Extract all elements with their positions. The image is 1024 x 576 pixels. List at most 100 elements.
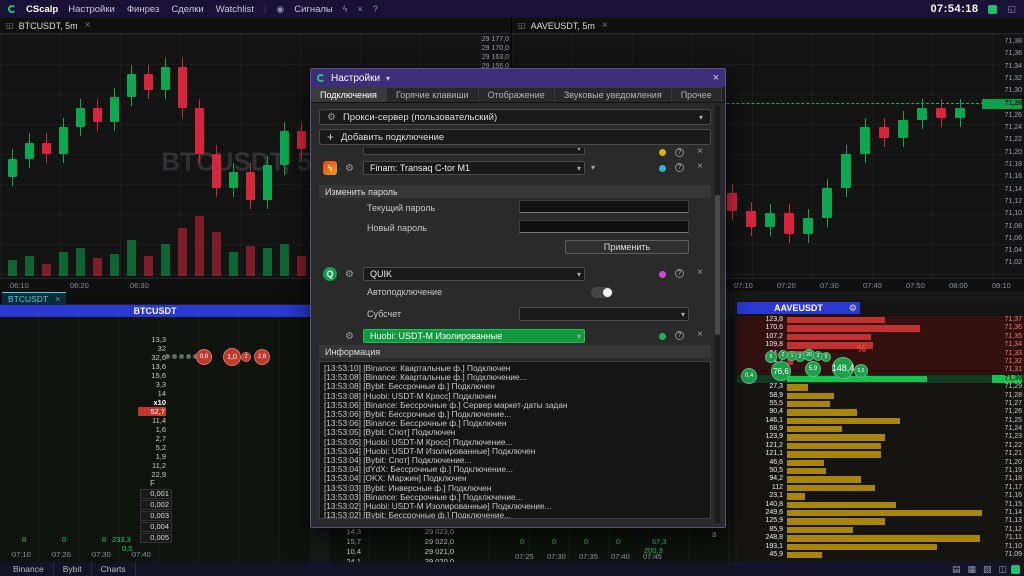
window-icon[interactable]: ◱ <box>6 21 14 30</box>
help-icon[interactable]: ? <box>675 331 684 340</box>
help-icon[interactable]: ? <box>373 4 378 14</box>
price-label: 71,10 <box>982 209 1022 219</box>
quik-connection-select[interactable]: QUIK ▾ <box>363 267 585 281</box>
expand-icon[interactable]: ▾ <box>591 163 595 172</box>
menu-Финрез[interactable]: Финрез <box>127 4 160 15</box>
close-signals-icon[interactable]: × <box>358 4 363 14</box>
section-title: Информация <box>325 347 380 357</box>
dialog-tab-3[interactable]: Отображение <box>479 87 555 102</box>
gear-icon[interactable]: ⚙ <box>345 331 354 342</box>
huobi-connection-select[interactable]: Huobi: USDT-M Изолированные ▾ <box>363 329 585 343</box>
apply-button[interactable]: Применить <box>565 240 689 254</box>
chart-tab-aaveusdt[interactable]: AAVEUSDT, 5m <box>531 21 595 31</box>
remove-connection-icon[interactable]: × <box>697 267 703 278</box>
help-icon[interactable]: ? <box>675 163 684 172</box>
app-title: CScalp <box>26 4 58 15</box>
dialog-tab-4[interactable]: Звуковые уведомления <box>555 87 672 102</box>
candle <box>25 143 34 159</box>
dialog-tab-5[interactable]: Прочее <box>672 87 722 102</box>
remove-connection-icon[interactable]: × <box>697 329 703 340</box>
trade-bubble: 0,6 <box>854 364 868 378</box>
remove-connection-icon[interactable]: × <box>697 161 703 172</box>
connection-row-finam: ϟ ⚙ Finam: Transaq C-tor M1 ▾ ▾ ? × <box>319 159 711 177</box>
candle <box>803 218 813 234</box>
time-label: 07:40 <box>863 281 882 290</box>
price-value: 29 023,0 <box>416 527 454 536</box>
connection-select[interactable]: ▾ <box>363 148 585 155</box>
chevron-down-icon[interactable]: ▾ <box>386 74 390 83</box>
dom-panel-btcusdt: BTCUSDT × BTCUSDT 13,33232,613,615,63,31… <box>0 291 310 562</box>
candle <box>161 67 170 90</box>
menu-Сделки[interactable]: Сделки <box>171 4 203 15</box>
layout-icon[interactable]: ◱ <box>1007 4 1016 15</box>
subaccount-select[interactable]: ▾ <box>519 307 689 321</box>
scrollbar-thumb[interactable] <box>715 195 720 335</box>
dialog-tab-2[interactable]: Горячие клавиши <box>387 87 479 102</box>
taskbar-icon-3[interactable]: ▧ <box>983 564 992 575</box>
new-password-input[interactable] <box>519 220 689 233</box>
help-icon[interactable]: ? <box>675 269 684 278</box>
price-label: 71,36 <box>982 49 1022 59</box>
price-label: 71,02 <box>982 258 1022 268</box>
candle <box>879 127 889 138</box>
volume-bar <box>195 216 204 276</box>
price-label-current: 71,28 <box>982 99 1022 109</box>
flash-icon[interactable]: ϟ <box>343 4 348 14</box>
taskbar-icons: ▤ ▦ ▧ ◫ <box>952 564 1011 575</box>
candle <box>746 211 756 227</box>
price-value: 29 021,0 <box>416 547 454 556</box>
trade-bubble: 0,4 <box>741 368 757 384</box>
percent-marker: % <box>857 344 866 355</box>
gear-icon[interactable]: ⚙ <box>345 269 354 280</box>
current-password-input[interactable] <box>519 200 689 213</box>
menu-Настройки[interactable]: Настройки <box>68 4 115 15</box>
status-dot-connected <box>659 333 666 340</box>
candle <box>144 74 153 90</box>
time-label: 07:25 <box>515 552 534 561</box>
volume-bar <box>25 256 34 276</box>
menu-signals[interactable]: Сигналы <box>294 4 333 15</box>
time-label: 06:20 <box>70 281 89 290</box>
dialog-titlebar[interactable]: Настройки ▾ × <box>311 69 725 87</box>
status-green-icon[interactable] <box>1011 565 1020 574</box>
menu-Watchlist[interactable]: Watchlist <box>216 4 254 15</box>
close-icon[interactable]: × <box>602 20 608 31</box>
proxy-select[interactable]: ⚙ Прокси-сервер (пользовательский) ▾ <box>319 109 711 125</box>
trade-bubble: 5 <box>765 351 777 363</box>
connection-log[interactable]: [13:53:10] [Binance: Квартальные ф.] Под… <box>319 361 711 519</box>
cscalp-logo-icon <box>8 5 16 13</box>
taskbar-items: BinanceBybitCharts <box>4 562 136 576</box>
candle <box>76 108 85 126</box>
dialog-scrollbar[interactable] <box>715 105 720 523</box>
candle <box>8 159 17 177</box>
size-value: 10,4 <box>335 547 361 556</box>
taskbar-icon-2[interactable]: ▦ <box>967 564 976 575</box>
close-dialog-icon[interactable]: × <box>713 72 719 84</box>
taskbar-charts[interactable]: Charts <box>92 562 136 576</box>
chart-tab-btcusdt[interactable]: BTCUSDT, 5m <box>19 21 78 31</box>
finam-connection-select[interactable]: Finam: Transaq C-tor M1 ▾ <box>363 161 585 175</box>
window-icon[interactable]: ◱ <box>518 21 526 30</box>
price-label: 71,30 <box>982 86 1022 96</box>
dialog-tab-1[interactable]: Подключения <box>311 87 387 102</box>
price-label: 71,16 <box>982 172 1022 182</box>
close-icon[interactable]: × <box>85 20 91 31</box>
add-connection-button[interactable]: + Добавить подключение <box>319 129 711 145</box>
taskbar-icon-1[interactable]: ▤ <box>952 564 961 575</box>
remove-connection-icon[interactable]: × <box>697 148 703 157</box>
status-green-icon[interactable] <box>988 5 997 14</box>
gear-icon[interactable]: ⚙ <box>345 163 354 174</box>
chart-tabbar: ◱ AAVEUSDT, 5m × <box>512 18 1024 34</box>
time-label: 07:30 <box>820 281 839 290</box>
quik-icon: Q <box>323 267 337 281</box>
autoconnect-toggle[interactable] <box>591 287 613 298</box>
volume-bar <box>229 252 238 276</box>
help-icon[interactable]: ? <box>675 148 684 157</box>
top-menu-bar: CScalp НастройкиФинрезСделкиWatchlist | … <box>0 0 1024 18</box>
trade-bubble: 76,6 <box>771 361 791 381</box>
zero-value: 0 <box>520 537 524 546</box>
taskbar-bybit[interactable]: Bybit <box>54 562 92 576</box>
taskbar-icon-4[interactable]: ◫ <box>998 564 1007 575</box>
taskbar-binance[interactable]: Binance <box>4 562 54 576</box>
trade-bubble: 5,9 <box>805 361 821 377</box>
